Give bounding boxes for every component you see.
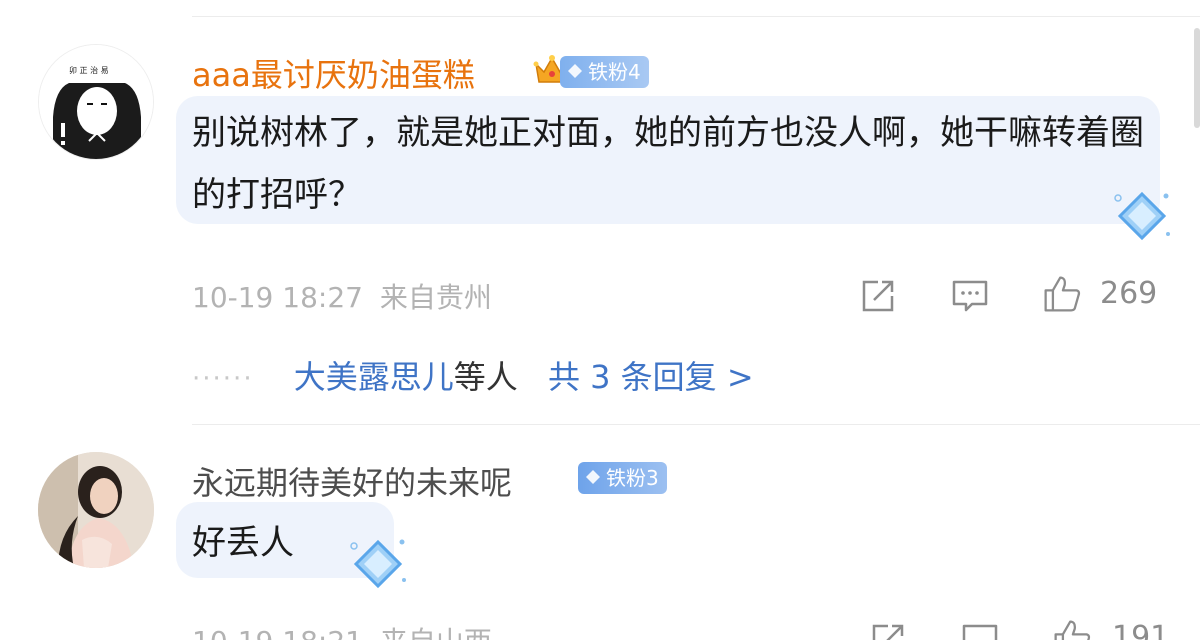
fan-level-label: 铁粉4 (588, 60, 641, 84)
view-replies-link[interactable]: 共 3 条回复 > (548, 358, 754, 396)
scroll-indicator[interactable] (1194, 28, 1200, 128)
share-icon[interactable] (858, 276, 898, 316)
comment-text[interactable]: 好丢人 (192, 512, 294, 574)
comment-location: 来自山西 (380, 625, 492, 640)
thumbs-up-icon[interactable] (1042, 274, 1082, 314)
svg-text:卯 正 治 易: 卯 正 治 易 (69, 65, 109, 75)
diamond-sticker-icon (1114, 191, 1170, 241)
fan-level-label: 铁粉3 (606, 466, 659, 490)
reply-suffix: 等人 (453, 358, 518, 396)
comment-time: 10-19 18:21 (192, 625, 363, 640)
thumbs-up-icon[interactable] (1052, 618, 1092, 640)
comment-icon[interactable] (960, 620, 1000, 640)
gem-icon (568, 64, 582, 78)
comment-text[interactable]: 别说树林了，就是她正对面，她的前方也没人啊，她干嘛转着圈的打招呼？ (192, 102, 1152, 226)
photo-avatar-icon (38, 452, 154, 568)
fan-level-badge[interactable]: 铁粉3 (578, 462, 667, 494)
dots-icon: ······ (192, 364, 254, 394)
comment-location: 来自贵州 (379, 281, 492, 314)
diamond-sticker-icon (350, 539, 406, 589)
gem-icon (586, 470, 600, 484)
like-count: 269 (1100, 276, 1158, 311)
avatar[interactable] (38, 452, 154, 568)
comment-meta: 10-19 18:27 来自贵州 (192, 276, 492, 316)
username[interactable]: aaa最讨厌奶油蛋糕 (192, 50, 475, 96)
replies-summary[interactable]: ······ 大美露思儿等人 共 3 条回复 > (192, 352, 754, 398)
reply-users[interactable]: 大美露思儿 (294, 358, 454, 396)
comment-meta: 10-19 18:21 来自山西 (192, 620, 492, 640)
avatar[interactable]: 卯 正 治 易 (38, 44, 154, 160)
comment-divider (192, 424, 1200, 425)
fan-level-badge[interactable]: 铁粉4 (560, 56, 649, 88)
like-count: 191 (1112, 620, 1170, 640)
top-divider (192, 16, 1200, 17)
comment-time: 10-19 18:27 (192, 281, 363, 314)
comment-icon[interactable] (950, 276, 990, 316)
cartoon-avatar-icon: 卯 正 治 易 (39, 45, 153, 159)
share-icon[interactable] (868, 620, 908, 640)
username[interactable]: 永远期待美好的未来呢 (192, 458, 512, 504)
